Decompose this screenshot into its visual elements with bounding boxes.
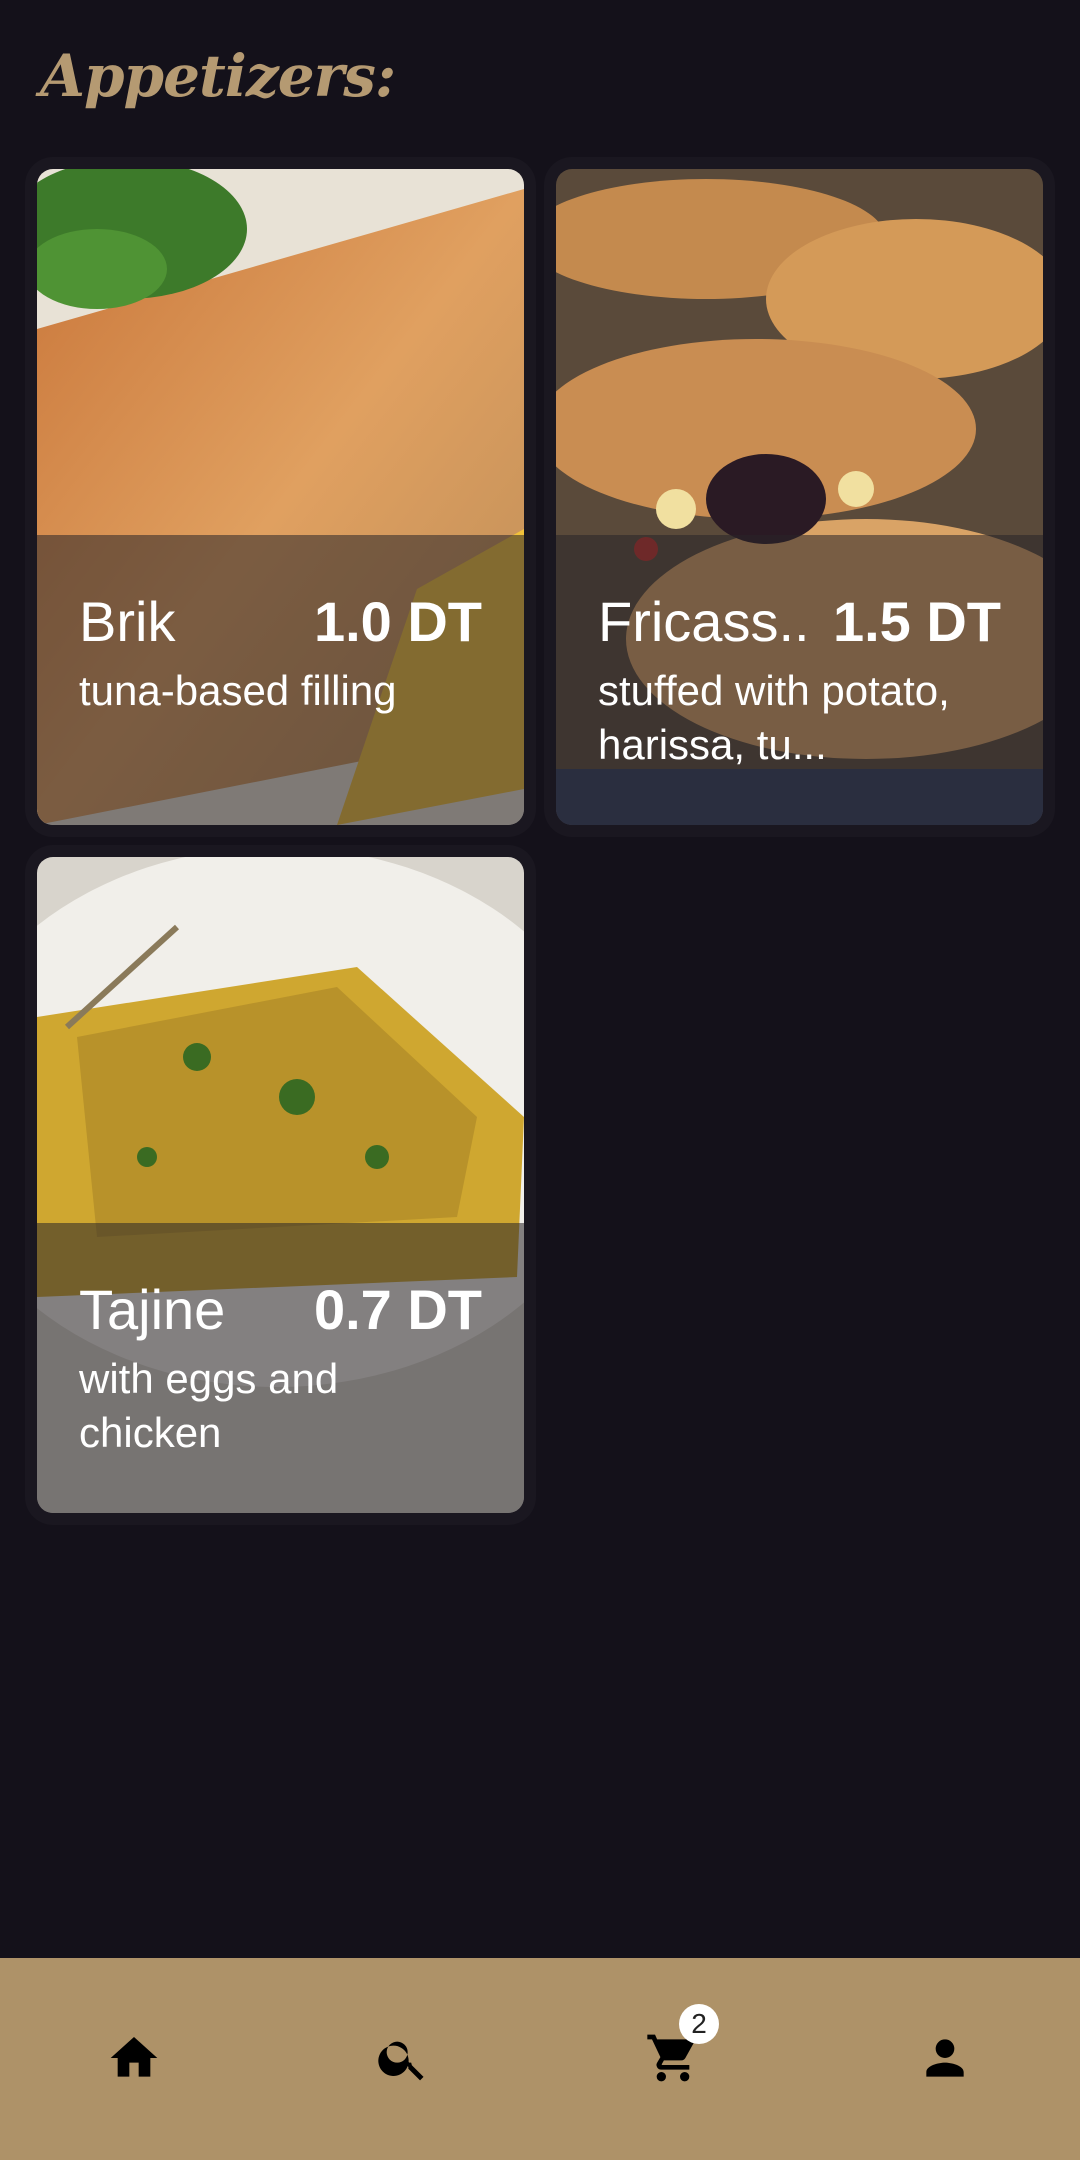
dish-card-fricasse[interactable]: Fricass.. 1.5 DT stuffed with potato, ha…	[556, 169, 1043, 825]
dish-price: 0.7 DT	[313, 1278, 482, 1341]
nav-profile-button[interactable]	[905, 2018, 985, 2098]
nav-cart-button[interactable]: 2	[633, 2004, 719, 2098]
home-icon	[110, 2037, 158, 2077]
nav-search-button[interactable]	[363, 2018, 443, 2098]
dish-price: 1.5 DT	[832, 590, 1001, 653]
dish-description: with eggs and chicken	[79, 1355, 339, 1456]
dish-description: tuna-based filling	[79, 667, 397, 714]
dish-description: stuffed with potato, harissa, tu...	[598, 667, 950, 768]
dish-price: 1.0 DT	[313, 590, 482, 653]
dish-name: Tajine	[79, 1278, 226, 1341]
bottom-nav: 2	[0, 1958, 1080, 2160]
cart-badge: 2	[679, 2004, 719, 2044]
dish-name: Brik	[79, 590, 176, 653]
section-title: Appetizers:	[40, 42, 396, 110]
dish-name: Fricass..	[598, 590, 810, 653]
dish-card-brik[interactable]: Brik 1.0 DT tuna-based filling	[37, 169, 524, 825]
search-icon	[378, 2041, 424, 2081]
dish-card-tajine[interactable]: Tajine 0.7 DT with eggs and chicken	[37, 857, 524, 1513]
profile-icon	[926, 2039, 964, 2077]
nav-home-button[interactable]	[94, 2018, 174, 2098]
